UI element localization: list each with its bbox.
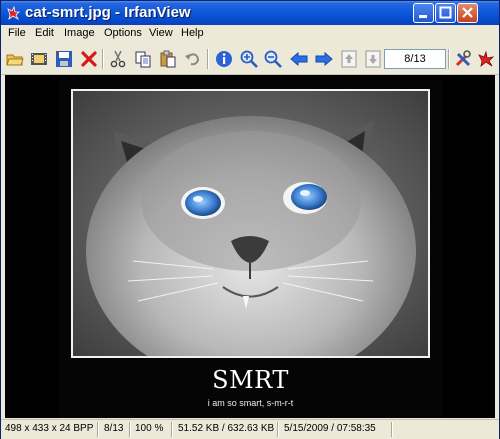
poster-title: SMRT (212, 366, 289, 394)
menu-bar: File Edit Image Options View Help (1, 25, 499, 44)
zoom-in-icon[interactable] (240, 50, 258, 68)
toolbar-separator (102, 49, 104, 69)
paste-icon[interactable] (159, 50, 177, 68)
next-icon[interactable] (315, 50, 333, 68)
status-separator (97, 422, 99, 437)
menu-options[interactable]: Options (104, 27, 142, 39)
slideshow-icon[interactable] (30, 50, 48, 68)
menu-file[interactable]: File (8, 27, 26, 39)
menu-image[interactable]: Image (64, 27, 95, 39)
settings-icon[interactable] (454, 50, 472, 68)
irfanview-window: cat-smrt.jpg - IrfanView File Edit Image… (0, 0, 500, 439)
delete-icon[interactable] (80, 50, 98, 68)
status-separator (277, 422, 279, 437)
window-title: cat-smrt.jpg - IrfanView (25, 4, 191, 21)
title-bar[interactable]: cat-smrt.jpg - IrfanView (1, 1, 499, 25)
irfanview-icon[interactable] (477, 50, 495, 68)
save-icon[interactable] (55, 50, 73, 68)
first-file-icon[interactable] (340, 50, 358, 68)
status-zoom: 100 % (135, 423, 164, 434)
menu-help[interactable]: Help (181, 27, 204, 39)
close-button[interactable] (457, 3, 478, 23)
toolbar-separator (448, 49, 450, 69)
page-indicator: 8/13 (384, 49, 446, 69)
menu-view[interactable]: View (149, 27, 173, 39)
info-icon[interactable] (215, 50, 233, 68)
status-separator (391, 422, 393, 437)
cut-icon[interactable] (109, 50, 127, 68)
irfanview-icon (7, 5, 20, 21)
status-index: 8/13 (104, 423, 124, 434)
copy-icon[interactable] (134, 50, 152, 68)
toolbar-separator (207, 49, 209, 69)
status-bar: 498 x 433 x 24 BPP 8/13 100 % 51.52 KB /… (1, 419, 499, 439)
poster-caption: i am so smart, s-m-r-t (207, 398, 294, 408)
status-datetime: 5/15/2009 / 07:58:35 (284, 423, 376, 434)
open-icon[interactable] (6, 50, 24, 68)
previous-icon[interactable] (290, 50, 308, 68)
minimize-button[interactable] (413, 3, 434, 23)
status-file-size: 51.52 KB / 632.63 KB (178, 423, 275, 434)
image-poster: SMRT i am so smart, s-m-r-t (59, 80, 442, 418)
menu-edit[interactable]: Edit (35, 27, 54, 39)
cat-photo (71, 89, 430, 358)
maximize-button[interactable] (435, 3, 456, 23)
status-separator (171, 422, 173, 437)
image-viewer[interactable]: SMRT i am so smart, s-m-r-t (5, 75, 495, 418)
status-dimensions: 498 x 433 x 24 BPP (5, 423, 94, 434)
undo-icon[interactable] (184, 50, 202, 68)
last-file-icon[interactable] (364, 50, 382, 68)
zoom-out-icon[interactable] (264, 50, 282, 68)
status-separator (129, 422, 131, 437)
